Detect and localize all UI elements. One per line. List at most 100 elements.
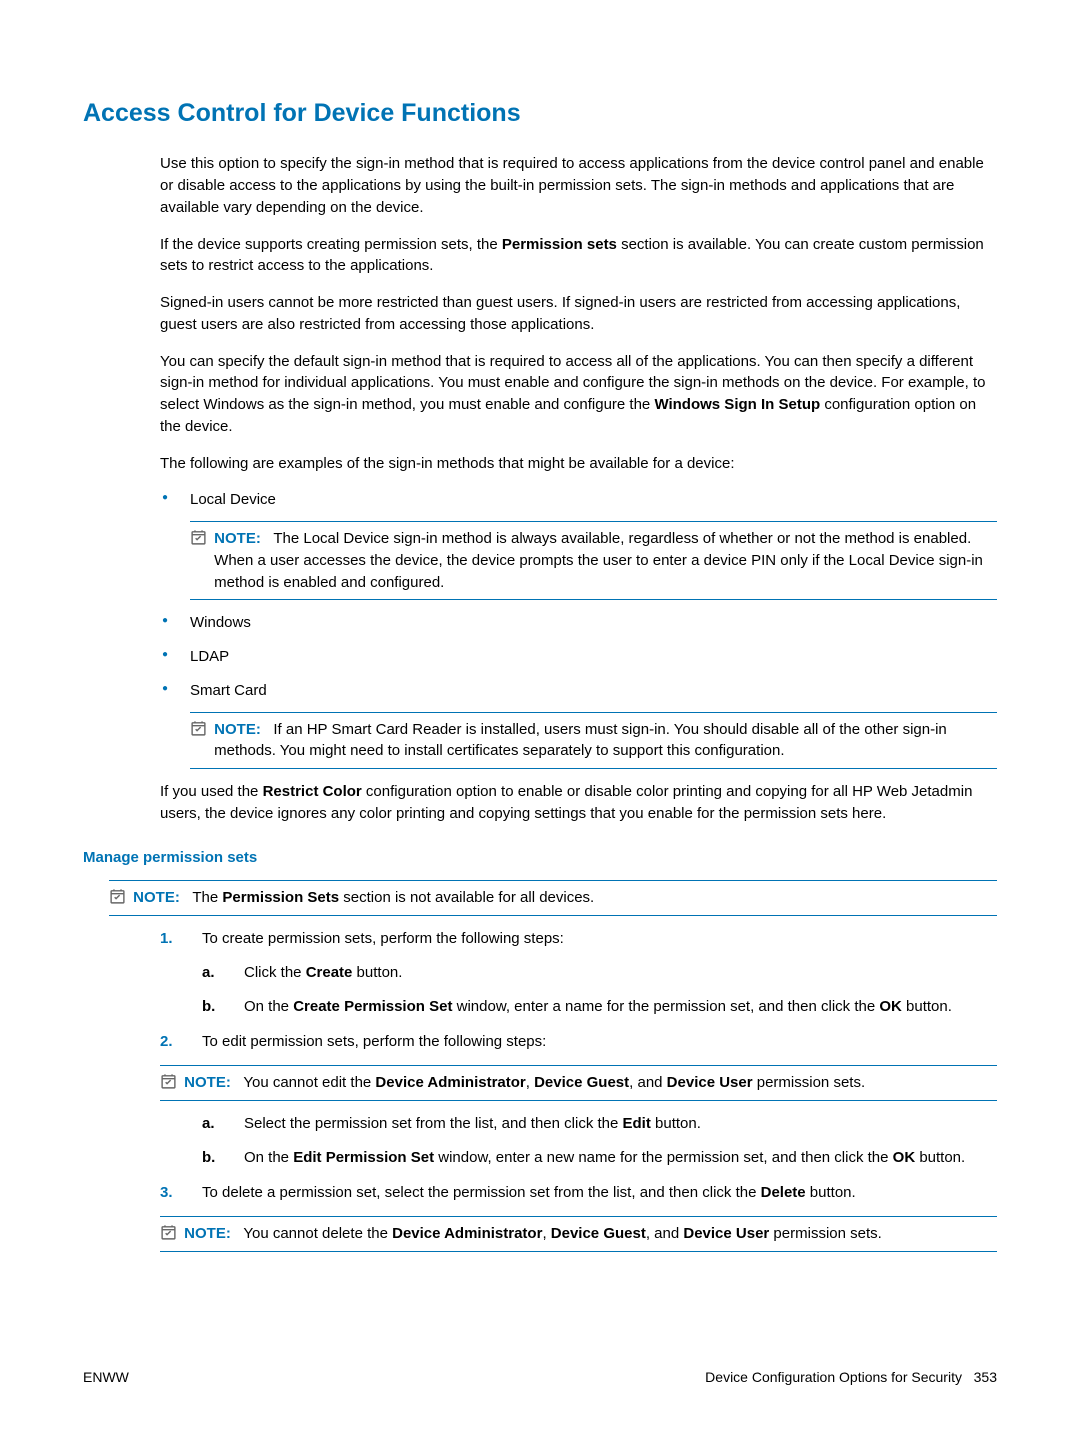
text: If the device supports creating permissi…: [160, 236, 502, 253]
note-label: NOTE:: [184, 1074, 231, 1091]
list-item: a. Click the Create button.: [202, 962, 997, 984]
note-icon: [109, 887, 129, 909]
paragraph: Use this option to specify the sign-in m…: [160, 153, 997, 218]
note-icon: [160, 1223, 180, 1245]
note-label: NOTE:: [184, 1225, 231, 1242]
bold-text: Device Administrator: [392, 1225, 542, 1242]
alpha-marker: a.: [202, 1113, 215, 1135]
bold-text: Device User: [667, 1074, 753, 1091]
text: ,: [526, 1074, 534, 1091]
list-text: Windows: [190, 614, 251, 631]
step-text: To edit permission sets, perform the fol…: [202, 1033, 546, 1050]
alpha-marker: a.: [202, 962, 215, 984]
list-item: Windows: [160, 612, 997, 634]
note-box: NOTE: You cannot edit the Device Adminis…: [160, 1065, 997, 1101]
note-label: NOTE:: [214, 721, 261, 738]
list-item: LDAP: [160, 646, 997, 668]
paragraph: If you used the Restrict Color configura…: [160, 781, 997, 825]
list-item: 2. To edit permission sets, perform the …: [160, 1031, 997, 1168]
bold-text: Device Administrator: [375, 1074, 525, 1091]
note-icon: [190, 528, 210, 550]
note-box: NOTE: The Local Device sign-in method is…: [190, 521, 997, 600]
footer-text: Device Configuration Options for Securit…: [705, 1369, 962, 1385]
text: Click the: [244, 964, 306, 981]
text: On the: [244, 1149, 293, 1166]
note-box: NOTE: If an HP Smart Card Reader is inst…: [190, 712, 997, 770]
subsection-heading: Manage permission sets: [83, 847, 997, 869]
text: section is not available for all devices…: [339, 889, 594, 906]
list-item: b. On the Edit Permission Set window, en…: [202, 1147, 997, 1169]
list-item: a. Select the permission set from the li…: [202, 1113, 997, 1135]
list-item: b. On the Create Permission Set window, …: [202, 996, 997, 1018]
text: window, enter a name for the permission …: [452, 998, 879, 1015]
text: ,: [542, 1225, 550, 1242]
text: button.: [651, 1115, 701, 1132]
note-text: If an HP Smart Card Reader is installed,…: [214, 721, 947, 760]
list-text: LDAP: [190, 648, 229, 665]
text: button.: [902, 998, 952, 1015]
note-icon: [160, 1072, 180, 1094]
text: You cannot delete the: [243, 1225, 392, 1242]
paragraph: The following are examples of the sign-i…: [160, 453, 997, 475]
paragraph: You can specify the default sign-in meth…: [160, 351, 997, 438]
list-item: 3. To delete a permission set, select th…: [160, 1182, 997, 1252]
text: The: [192, 889, 222, 906]
num-marker: 2.: [160, 1031, 173, 1053]
text: On the: [244, 998, 293, 1015]
bold-text: Device User: [683, 1225, 769, 1242]
note-content: NOTE: The Permission Sets section is not…: [133, 887, 993, 909]
note-content: NOTE: You cannot delete the Device Admin…: [184, 1223, 993, 1245]
list-item: Local Device NOTE: The Local Device sign…: [160, 489, 997, 600]
text: window, enter a new name for the permiss…: [434, 1149, 893, 1166]
bold-text: Device Guest: [534, 1074, 629, 1091]
bold-text: Windows Sign In Setup: [654, 396, 820, 413]
list-text: Local Device: [190, 491, 276, 508]
list-text: Smart Card: [190, 682, 267, 699]
list-item: 1. To create permission sets, perform th…: [160, 928, 997, 1017]
page-number: 353: [974, 1369, 997, 1385]
paragraph: Signed-in users cannot be more restricte…: [160, 292, 997, 336]
list-item: Smart Card NOTE: If an HP Smart Card Rea…: [160, 680, 997, 769]
text: permission sets.: [753, 1074, 866, 1091]
alpha-list: a. Click the Create button. b. On the Cr…: [202, 962, 997, 1018]
alpha-marker: b.: [202, 1147, 215, 1169]
note-box: NOTE: You cannot delete the Device Admin…: [160, 1216, 997, 1252]
bold-text: Edit: [623, 1115, 651, 1132]
note-content: NOTE: The Local Device sign-in method is…: [214, 528, 993, 593]
ordered-list: 1. To create permission sets, perform th…: [160, 928, 997, 1252]
text: button.: [915, 1149, 965, 1166]
bold-text: OK: [879, 998, 902, 1015]
alpha-marker: b.: [202, 996, 215, 1018]
text: Select the permission set from the list,…: [244, 1115, 623, 1132]
note-label: NOTE:: [214, 530, 261, 547]
text: , and: [629, 1074, 667, 1091]
text: button.: [352, 964, 402, 981]
bold-text: Delete: [761, 1184, 806, 1201]
note-content: NOTE: If an HP Smart Card Reader is inst…: [214, 719, 993, 763]
text: permission sets.: [769, 1225, 882, 1242]
bold-text: OK: [893, 1149, 916, 1166]
bold-text: Permission Sets: [222, 889, 339, 906]
text: You cannot edit the: [243, 1074, 375, 1091]
note-text: The Local Device sign-in method is alway…: [214, 530, 983, 591]
note-box: NOTE: The Permission Sets section is not…: [109, 880, 997, 916]
num-marker: 3.: [160, 1182, 173, 1204]
bullet-list: Local Device NOTE: The Local Device sign…: [160, 489, 997, 769]
note-label: NOTE:: [133, 889, 180, 906]
step-text: To create permission sets, perform the f…: [202, 930, 564, 947]
bold-text: Permission sets: [502, 236, 617, 253]
text: button.: [806, 1184, 856, 1201]
page-footer: ENWW Device Configuration Options for Se…: [83, 1367, 997, 1387]
note-content: NOTE: You cannot edit the Device Adminis…: [184, 1072, 993, 1094]
footer-right: Device Configuration Options for Securit…: [705, 1367, 997, 1387]
note-icon: [190, 719, 210, 741]
footer-left: ENWW: [83, 1367, 129, 1387]
paragraph: If the device supports creating permissi…: [160, 234, 997, 278]
bold-text: Restrict Color: [263, 783, 362, 800]
text: , and: [646, 1225, 684, 1242]
bold-text: Create: [306, 964, 353, 981]
num-marker: 1.: [160, 928, 173, 950]
bold-text: Device Guest: [551, 1225, 646, 1242]
page-heading: Access Control for Device Functions: [83, 95, 997, 131]
text: To delete a permission set, select the p…: [202, 1184, 761, 1201]
